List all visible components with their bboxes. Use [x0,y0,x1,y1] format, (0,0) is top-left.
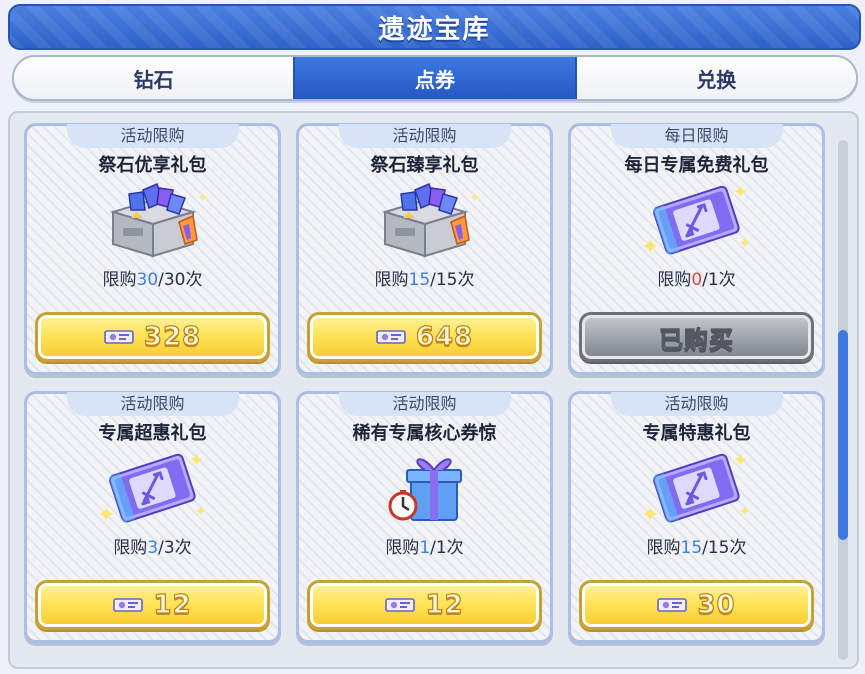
item-name: 祭石臻享礼包 [370,155,479,176]
sword-ticket-icon [93,450,213,528]
buy-button[interactable]: 328 [35,312,270,362]
limit-type-tag: 活动限购 [610,392,783,416]
limit-type-tag: 活动限购 [66,392,239,416]
price-label: 12 [153,589,192,620]
limit-type-tag: 活动限购 [338,124,511,148]
limit-type-tag: 每日限购 [610,124,783,148]
tab-exchange[interactable]: 兑换 [576,57,856,99]
tab-diamond[interactable]: 钻石 [14,57,294,99]
item-name: 祭石优享礼包 [98,155,207,176]
shop-item-card[interactable]: 每日限购 每日专属免费礼包 限购0/1次 已购买 [568,123,825,375]
purchase-limit: 限购15/15次 [646,538,747,558]
coupon-ticket-icon [376,329,406,345]
title-bar: 遗迹宝库 [8,4,861,50]
shop-item-card[interactable]: 活动限购 专属特惠礼包 限购15/15次 30 [568,391,825,643]
crystal-chest-icon [365,182,485,260]
shop-item-card[interactable]: 活动限购 稀有专属核心券惊 限购1/1次 12 [296,391,553,643]
buy-button[interactable]: 12 [307,580,542,630]
gift-box-icon [365,450,485,528]
purchase-limit: 限购3/3次 [113,538,192,558]
sword-ticket-icon [637,450,757,528]
purchase-limit: 限购0/1次 [657,270,736,290]
limit-type-tag: 活动限购 [338,392,511,416]
item-name: 稀有专属核心券惊 [352,423,497,444]
page-title: 遗迹宝库 [378,14,491,45]
purchase-limit: 限购15/15次 [374,270,475,290]
item-name: 专属超惠礼包 [98,423,207,444]
scrollbar-thumb[interactable] [838,330,848,540]
shop-item-card[interactable]: 活动限购 祭石臻享礼包 限购15/15次 648 [296,123,553,375]
buy-button[interactable]: 648 [307,312,542,362]
buy-button[interactable]: 30 [579,580,814,630]
tab-coupon[interactable]: 点券 [293,57,577,99]
price-label: 328 [143,321,202,352]
shop-item-card[interactable]: 活动限购 祭石优享礼包 限购30/30次 328 [24,123,281,375]
buy-button[interactable]: 12 [35,580,270,630]
coupon-ticket-icon [113,597,143,613]
purchased-button[interactable]: 已购买 [579,312,814,362]
purchase-limit: 限购30/30次 [102,270,203,290]
price-label: 648 [415,321,474,352]
coupon-ticket-icon [657,597,687,613]
coupon-ticket-icon [104,329,134,345]
purchase-limit: 限购1/1次 [385,538,464,558]
sword-ticket-icon [637,182,757,260]
price-label: 12 [425,589,464,620]
limit-type-tag: 活动限购 [66,124,239,148]
crystal-chest-icon [93,182,213,260]
item-name: 每日专属免费礼包 [624,155,769,176]
price-label: 30 [697,589,736,620]
purchased-label: 已购买 [659,325,734,354]
item-name: 专属特惠礼包 [642,423,751,444]
shop-item-card[interactable]: 活动限购 专属超惠礼包 限购3/3次 12 [24,391,281,643]
coupon-ticket-icon [385,597,415,613]
tab-bar: 钻石 点券 兑换 [12,55,858,101]
